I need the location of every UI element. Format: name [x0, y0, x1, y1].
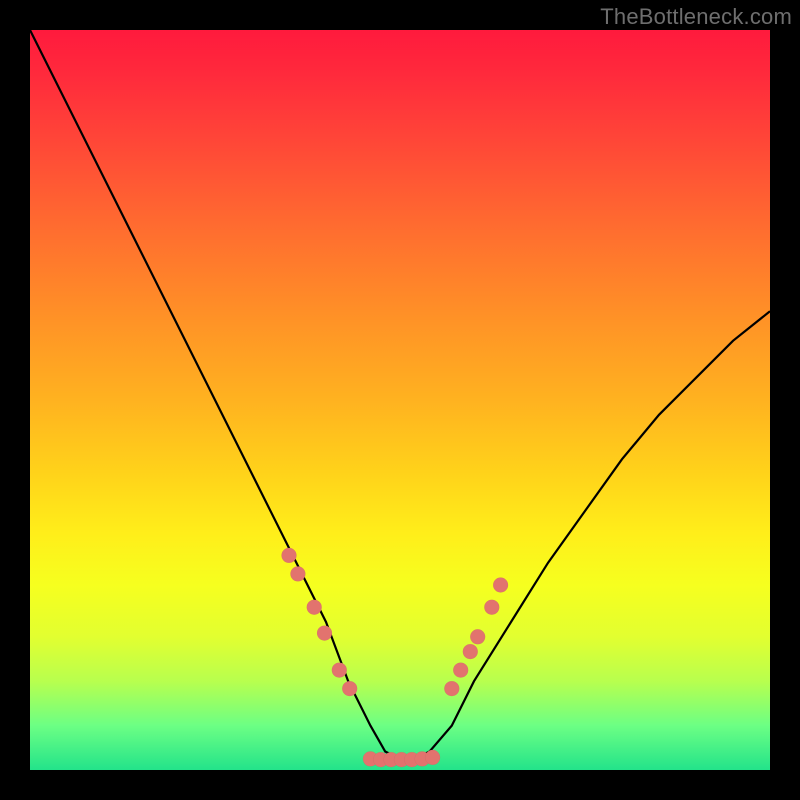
data-point	[453, 663, 468, 678]
data-point	[425, 750, 440, 765]
chart-frame: TheBottleneck.com	[0, 0, 800, 800]
data-point	[342, 681, 357, 696]
data-point	[463, 644, 478, 659]
attribution-label: TheBottleneck.com	[600, 4, 792, 30]
data-point	[484, 600, 499, 615]
dots-floor	[363, 750, 440, 767]
chart-overlay	[30, 30, 770, 770]
data-point	[307, 600, 322, 615]
data-point	[444, 681, 459, 696]
data-point	[470, 629, 485, 644]
data-point	[317, 626, 332, 641]
plot-area	[30, 30, 770, 770]
data-point	[282, 548, 297, 563]
data-point	[332, 663, 347, 678]
data-point	[290, 566, 305, 581]
dots-left	[282, 548, 358, 696]
data-point	[493, 578, 508, 593]
bottleneck-curve	[30, 30, 770, 759]
